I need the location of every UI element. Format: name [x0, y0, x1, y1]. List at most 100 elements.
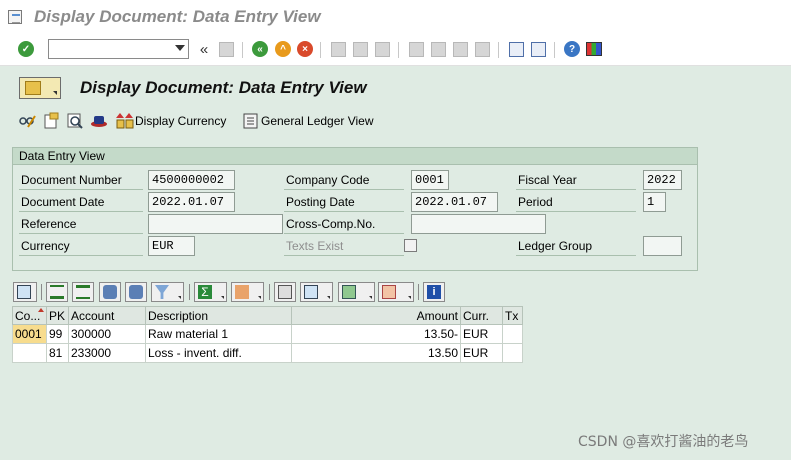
toolbar-separator: [41, 284, 42, 300]
window-menu-icon[interactable]: [8, 10, 22, 24]
dropdown-icon: [178, 296, 181, 299]
cell-currency: EUR: [460, 324, 503, 344]
cell-company: 0001: [12, 324, 47, 344]
system-toolbar: ✓ « « ^ × ?: [0, 34, 791, 66]
window-title-bar: Display Document: Data Entry View: [0, 0, 791, 34]
sort-descending-button[interactable]: [72, 282, 94, 302]
company-code-field[interactable]: 0001: [411, 170, 449, 190]
previous-page-icon[interactable]: [428, 39, 448, 59]
subtotal-icon: [235, 285, 249, 299]
dropdown-icon: [327, 296, 330, 299]
new-session-icon[interactable]: [506, 39, 526, 59]
period-field[interactable]: 1: [643, 192, 666, 212]
sum-icon: Σ: [198, 285, 212, 299]
table-row[interactable]: 81 233000 Loss - invent. diff. 13.50 EUR: [12, 343, 523, 363]
general-ledger-view-button[interactable]: General Ledger View: [261, 114, 374, 128]
display-currency-icon: [116, 112, 134, 130]
cancel-icon[interactable]: ×: [295, 39, 315, 59]
print-icon[interactable]: [328, 39, 348, 59]
ledger-group-field[interactable]: [643, 236, 682, 256]
cell-account[interactable]: 233000: [68, 343, 146, 363]
cross-comp-no-field[interactable]: [411, 214, 546, 234]
document-date-field[interactable]: 2022.01.07: [148, 192, 235, 212]
texts-exist-checkbox[interactable]: [404, 239, 417, 252]
cell-pk: 99: [46, 324, 69, 344]
save-icon[interactable]: [216, 39, 236, 59]
document-number-field[interactable]: 4500000002: [148, 170, 235, 190]
posting-date-field[interactable]: 2022.01.07: [411, 192, 498, 212]
fiscal-year-label: Fiscal Year: [516, 171, 636, 190]
cell-pk: 81: [46, 343, 69, 363]
collapse-command-icon[interactable]: «: [194, 39, 214, 59]
command-field[interactable]: [48, 39, 189, 59]
sort-ascending-button[interactable]: [46, 282, 68, 302]
help-icon[interactable]: ?: [562, 39, 582, 59]
screen-title-bar: Display Document: Data Entry View: [12, 74, 791, 104]
find-button[interactable]: [99, 282, 121, 302]
cell-description: Loss - invent. diff.: [145, 343, 292, 363]
overview-icon[interactable]: [66, 112, 84, 130]
find-next-icon[interactable]: [372, 39, 392, 59]
toolbar-separator: [418, 284, 419, 300]
next-page-icon[interactable]: [450, 39, 470, 59]
fiscal-year-field[interactable]: 2022: [643, 170, 682, 190]
document-number-label: Document Number: [19, 171, 143, 190]
data-entry-view-group: Data Entry View Document Number 45000000…: [12, 147, 698, 271]
cross-comp-no-label: Cross-Comp.No.: [284, 215, 404, 234]
customize-layout-icon[interactable]: [584, 39, 604, 59]
display-change-icon[interactable]: [18, 112, 36, 130]
other-document-icon[interactable]: [42, 112, 60, 130]
total-button[interactable]: Σ: [194, 282, 227, 302]
column-header-tax[interactable]: Tx: [502, 306, 523, 325]
currency-label: Currency: [19, 237, 143, 256]
period-label: Period: [516, 193, 636, 212]
glasses-pencil-icon: [19, 115, 36, 128]
cell-description: Raw material 1: [145, 324, 292, 344]
last-page-icon[interactable]: [472, 39, 492, 59]
back-icon[interactable]: «: [250, 39, 270, 59]
find-icon[interactable]: [350, 39, 370, 59]
reference-field[interactable]: [148, 214, 283, 234]
binoculars-icon: [103, 285, 117, 299]
chevron-down-icon[interactable]: [175, 45, 185, 51]
enter-icon[interactable]: ✓: [16, 39, 36, 59]
document-menu-icon: [25, 81, 41, 95]
document-icon: [44, 112, 59, 129]
subtotal-button[interactable]: [231, 282, 264, 302]
column-header-pk[interactable]: PK: [46, 306, 69, 325]
shortcut-icon[interactable]: [528, 39, 548, 59]
other-document-menu-button[interactable]: [19, 77, 61, 99]
column-header-currency[interactable]: Curr.: [460, 306, 503, 325]
first-page-icon[interactable]: [406, 39, 426, 59]
column-header-amount[interactable]: Amount: [291, 306, 461, 325]
print-preview-button[interactable]: [274, 282, 296, 302]
details-icon: [17, 285, 31, 299]
ledger-icon: [243, 113, 258, 129]
currency-arrows-icon: [116, 113, 134, 129]
table-row[interactable]: 0001 99 300000 Raw material 1 13.50- EUR: [12, 324, 523, 344]
column-header-company[interactable]: Co...: [12, 306, 47, 325]
cell-tax: [502, 343, 523, 363]
cell-account[interactable]: 300000: [68, 324, 146, 344]
information-button[interactable]: i: [423, 282, 445, 302]
currency-field[interactable]: EUR: [148, 236, 195, 256]
group-title: Data Entry View: [13, 148, 697, 165]
cell-tax: [502, 324, 523, 344]
find-next-button[interactable]: [125, 282, 147, 302]
monitor-icon: [586, 42, 602, 56]
column-header-description[interactable]: Description: [145, 306, 292, 325]
display-currency-button[interactable]: Display Currency: [135, 114, 226, 128]
line-items-table: Co... PK Account Description Amount Curr…: [12, 306, 523, 363]
export-button[interactable]: [338, 282, 375, 302]
exit-icon[interactable]: ^: [273, 39, 293, 59]
document-header-icon[interactable]: [90, 112, 108, 130]
column-header-account[interactable]: Account: [68, 306, 146, 325]
toolbar-separator: [242, 42, 243, 58]
info-icon: i: [427, 285, 441, 299]
details-button[interactable]: [13, 282, 37, 302]
texts-exist-label: Texts Exist: [284, 237, 404, 256]
filter-button[interactable]: [151, 282, 184, 302]
views-button[interactable]: [300, 282, 333, 302]
layout-button[interactable]: [378, 282, 414, 302]
toolbar-separator: [269, 284, 270, 300]
